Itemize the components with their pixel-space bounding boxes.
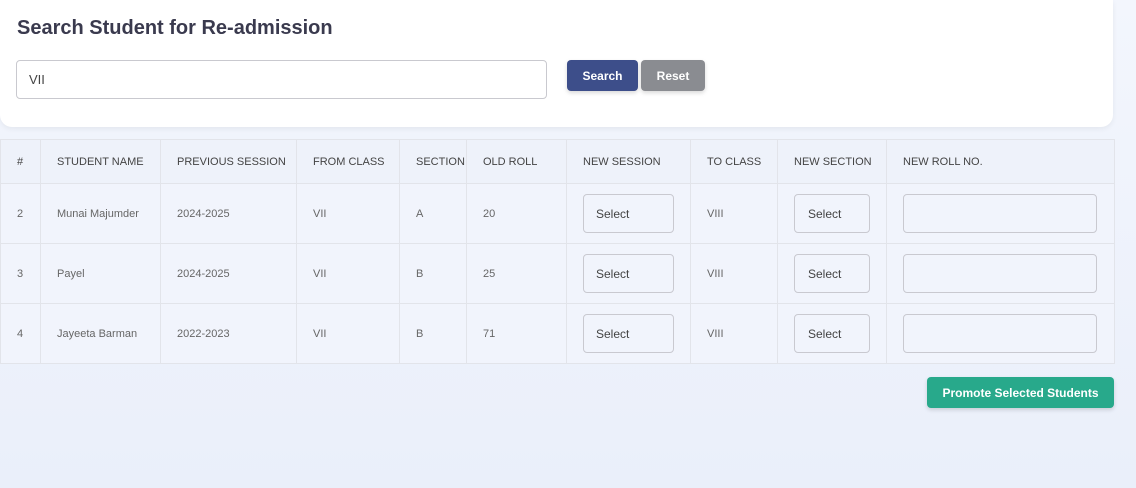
col-to-class: TO CLASS	[690, 139, 778, 184]
new-roll-input[interactable]	[903, 314, 1097, 353]
col-number: #	[0, 139, 41, 184]
student-name: Jayeeta Barman	[40, 303, 161, 364]
table-row: 4 Jayeeta Barman 2022-2023 VII B 71 Sele…	[0, 303, 1115, 364]
to-class: VIII	[690, 183, 778, 244]
from-class: VII	[296, 303, 400, 364]
row-number: 2	[0, 183, 41, 244]
to-class: VIII	[690, 243, 778, 304]
new-session-select[interactable]: Select	[583, 254, 674, 293]
col-old-roll: OLD ROLL	[466, 139, 567, 184]
row-number: 4	[0, 303, 41, 364]
section: A	[399, 183, 467, 244]
student-name: Payel	[40, 243, 161, 304]
col-section: SECTION	[399, 139, 467, 184]
previous-session: 2024-2025	[160, 183, 297, 244]
col-new-roll: NEW ROLL NO.	[886, 139, 1115, 184]
old-roll: 71	[466, 303, 567, 364]
search-input[interactable]	[16, 60, 547, 99]
old-roll: 25	[466, 243, 567, 304]
reset-button[interactable]: Reset	[641, 60, 705, 91]
col-student-name: STUDENT NAME	[40, 139, 161, 184]
new-roll-input[interactable]	[903, 254, 1097, 293]
section: B	[399, 303, 467, 364]
promote-selected-students-button[interactable]: Promote Selected Students	[927, 377, 1114, 408]
new-section-select[interactable]: Select	[794, 314, 870, 353]
previous-session: 2022-2023	[160, 303, 297, 364]
to-class: VIII	[690, 303, 778, 364]
new-section-select[interactable]: Select	[794, 194, 870, 233]
students-table: # STUDENT NAME PREVIOUS SESSION FROM CLA…	[0, 139, 1115, 364]
page-title: Search Student for Re-admission	[17, 17, 333, 39]
table-header: # STUDENT NAME PREVIOUS SESSION FROM CLA…	[0, 139, 1115, 184]
col-previous-session: PREVIOUS SESSION	[160, 139, 297, 184]
col-new-session: NEW SESSION	[566, 139, 691, 184]
col-new-section: NEW SECTION	[777, 139, 887, 184]
table-row: 2 Munai Majumder 2024-2025 VII A 20 Sele…	[0, 183, 1115, 244]
new-roll-input[interactable]	[903, 194, 1097, 233]
new-session-select[interactable]: Select	[583, 314, 674, 353]
previous-session: 2024-2025	[160, 243, 297, 304]
search-card: Search Student for Re-admission Search R…	[0, 0, 1113, 127]
from-class: VII	[296, 183, 400, 244]
search-button[interactable]: Search	[567, 60, 638, 91]
section: B	[399, 243, 467, 304]
from-class: VII	[296, 243, 400, 304]
table-row: 3 Payel 2024-2025 VII B 25 Select VIII S…	[0, 243, 1115, 304]
new-section-select[interactable]: Select	[794, 254, 870, 293]
row-number: 3	[0, 243, 41, 304]
student-name: Munai Majumder	[40, 183, 161, 244]
old-roll: 20	[466, 183, 567, 244]
col-from-class: FROM CLASS	[296, 139, 400, 184]
new-session-select[interactable]: Select	[583, 194, 674, 233]
